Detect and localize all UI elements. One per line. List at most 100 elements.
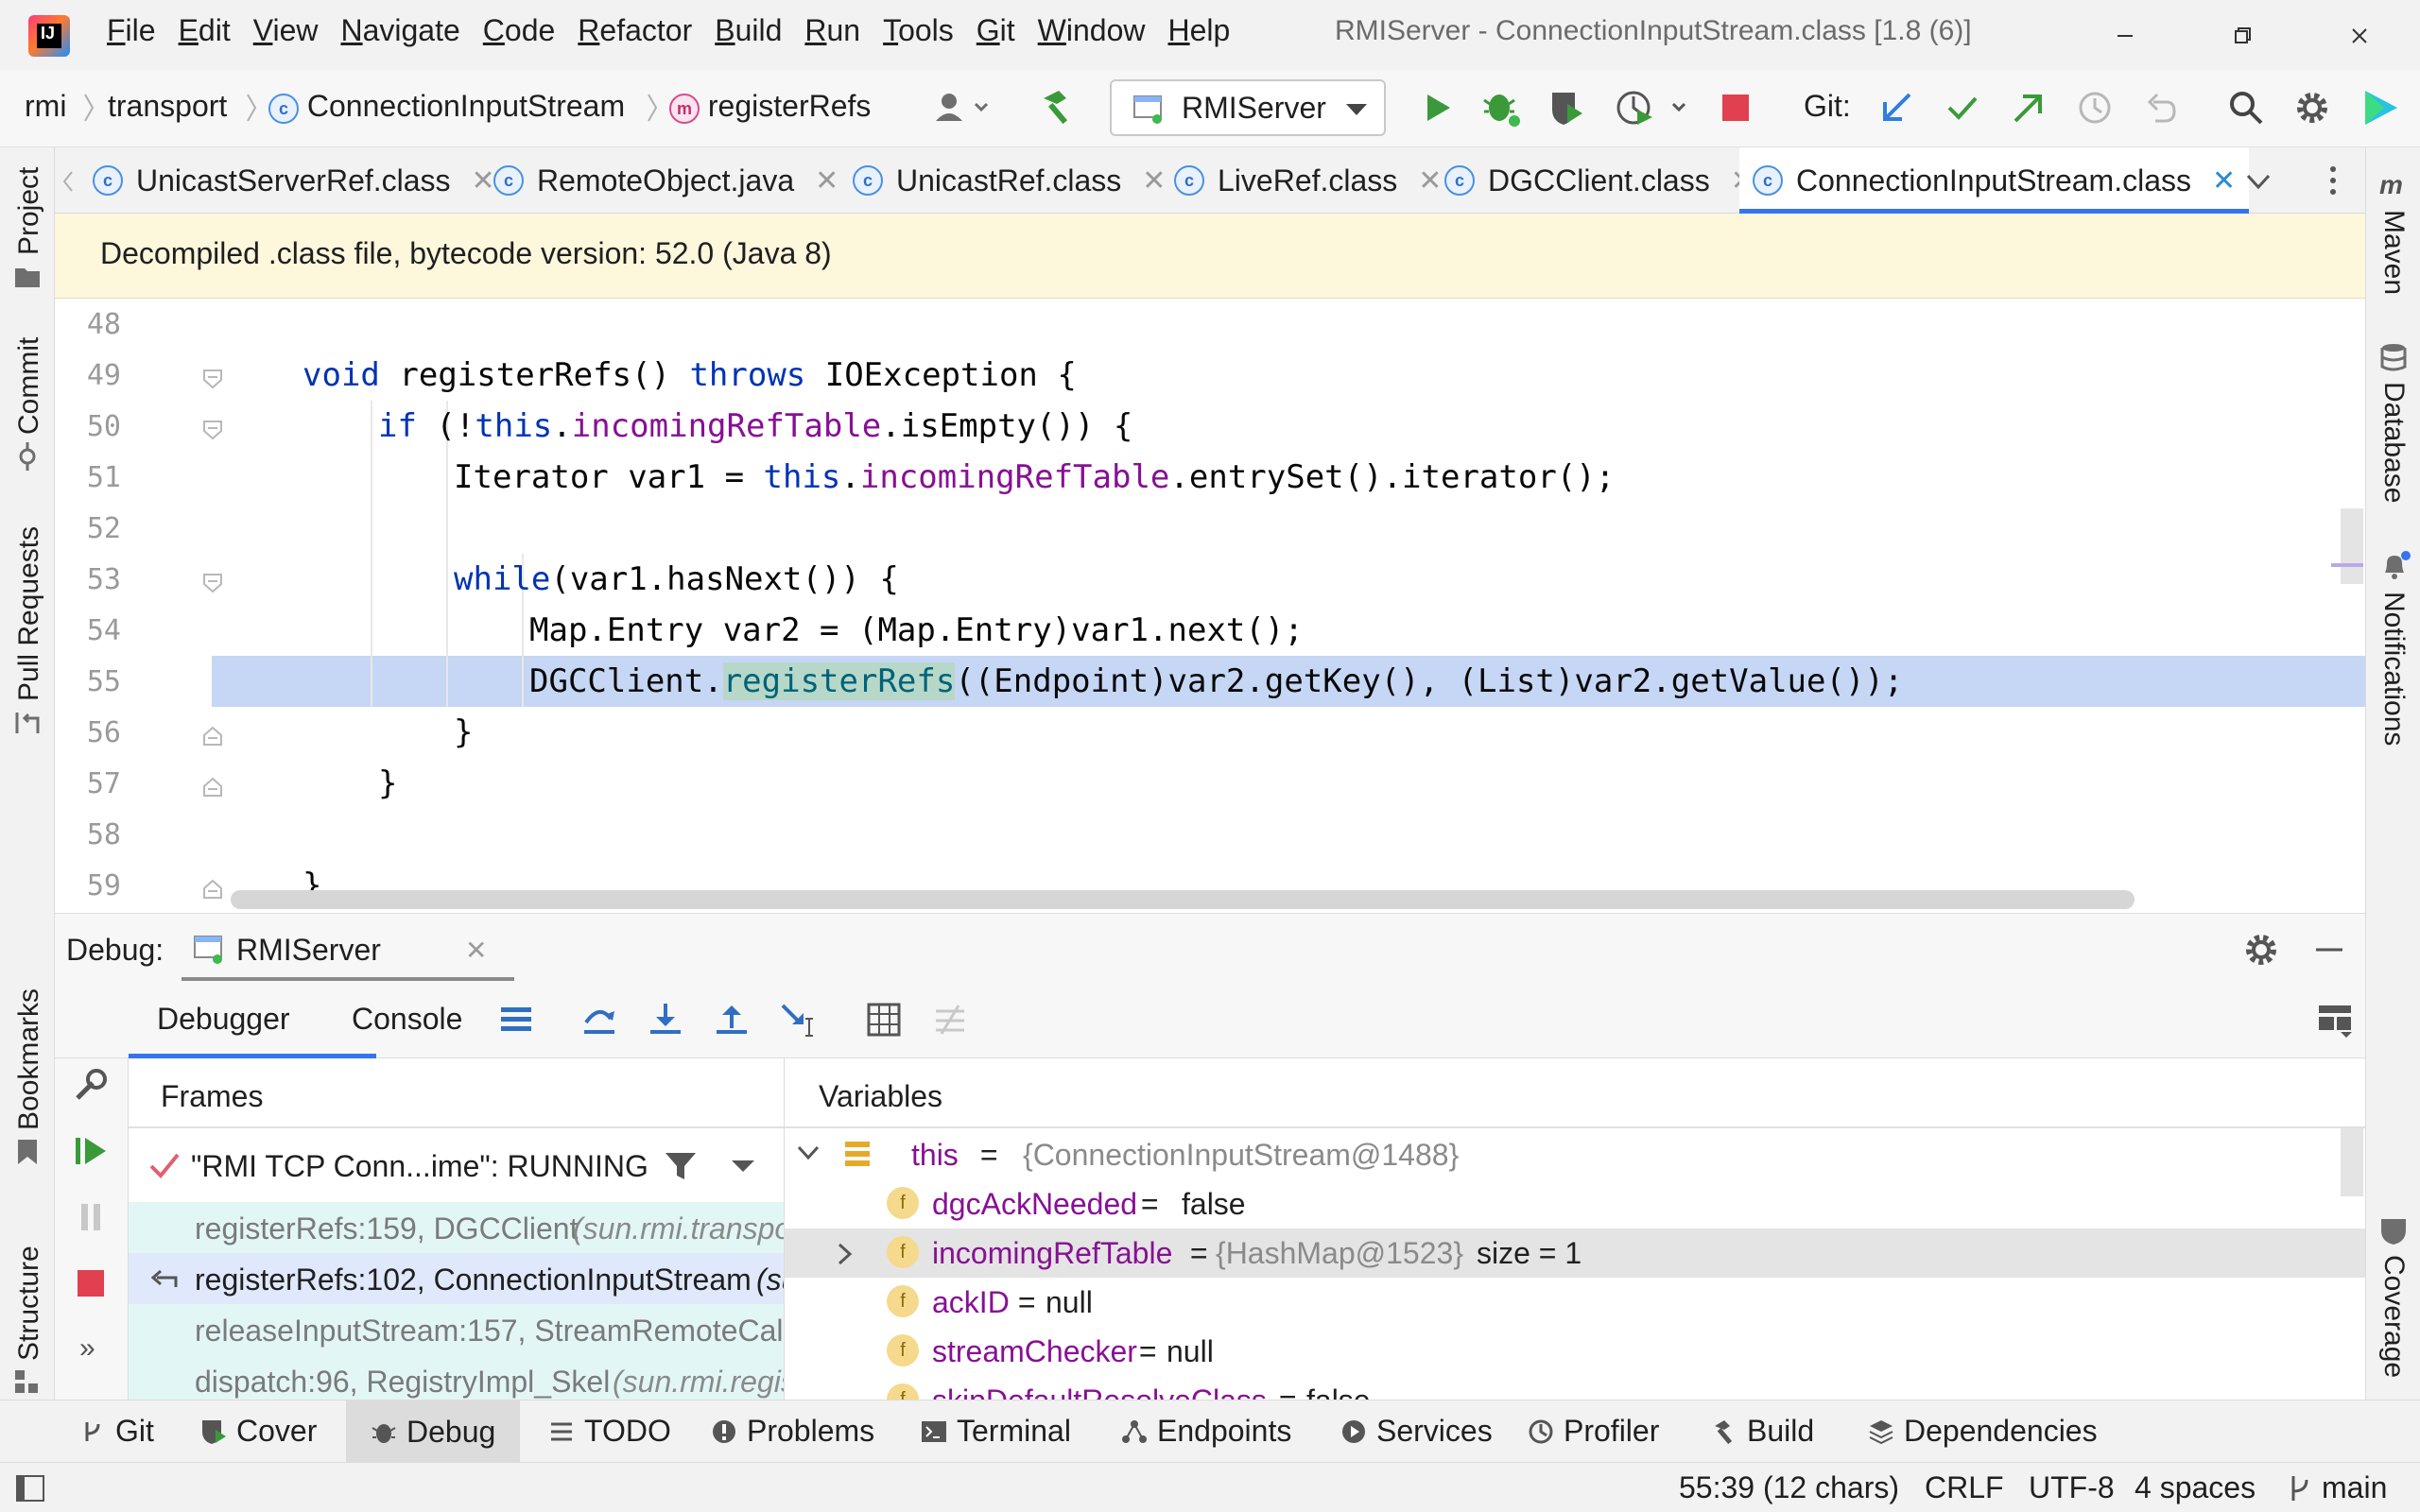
line-separator[interactable]: CRLF: [1925, 1470, 2004, 1505]
pull-request-icon[interactable]: [13, 709, 42, 737]
trace-current-stream-icon[interactable]: [932, 1002, 968, 1038]
frame-row-selected[interactable]: registerRefs:102, ConnectionInputStream …: [129, 1253, 784, 1304]
chevron-down-icon[interactable]: [2244, 170, 2273, 193]
chevron-down-icon[interactable]: [730, 1157, 756, 1176]
chevron-down-icon[interactable]: [796, 1143, 821, 1162]
variable-row-this[interactable]: this = {ConnectionInputStream@1488}: [785, 1130, 2365, 1179]
tool-bookmarks[interactable]: Bookmarks: [13, 988, 45, 1130]
resume-icon[interactable]: [72, 1132, 110, 1170]
structure-icon[interactable]: [13, 1368, 42, 1397]
tool-structure[interactable]: Structure: [13, 1246, 45, 1361]
evaluate-expression-icon[interactable]: [866, 1002, 902, 1038]
git-rollback-icon[interactable]: [2142, 89, 2180, 127]
tab-console[interactable]: Console: [352, 1002, 462, 1037]
tool-cover[interactable]: Cover: [200, 1414, 317, 1449]
git-history-icon[interactable]: [2076, 89, 2114, 127]
fold-marker-icon[interactable]: [200, 367, 225, 391]
indent-setting[interactable]: 4 spaces: [2135, 1470, 2256, 1505]
tool-debug-active[interactable]: Debug: [346, 1400, 521, 1463]
step-into-icon[interactable]: [647, 1002, 684, 1038]
menu-navigate[interactable]: Navigate: [340, 13, 459, 48]
menu-build[interactable]: Build: [715, 13, 782, 48]
fold-end-marker-icon[interactable]: [200, 877, 225, 902]
commit-icon[interactable]: [13, 442, 42, 471]
vertical-scrollbar[interactable]: [2341, 508, 2363, 584]
menu-tools[interactable]: Tools: [883, 13, 954, 48]
tool-maven[interactable]: Maven: [2377, 210, 2410, 295]
folder-icon[interactable]: [13, 263, 42, 289]
tool-coverage[interactable]: Coverage: [2377, 1255, 2410, 1378]
tool-dependencies[interactable]: Dependencies: [1868, 1414, 2098, 1449]
database-icon[interactable]: [2379, 342, 2408, 372]
tool-commit[interactable]: Commit: [13, 337, 45, 435]
close-tab-icon[interactable]: ✕: [815, 164, 838, 198]
run-icon[interactable]: [1418, 89, 1456, 127]
menu-view[interactable]: View: [253, 13, 319, 48]
more-vertical-icon[interactable]: [2324, 164, 2342, 197]
layout-settings-icon[interactable]: [2316, 1002, 2354, 1038]
close-tab-icon[interactable]: ✕: [1418, 164, 1442, 198]
breadcrumb-method[interactable]: m registerRefs: [669, 89, 871, 124]
jetbrains-toolbox-icon[interactable]: [2360, 87, 2401, 129]
show-execution-point-icon[interactable]: [497, 1002, 535, 1038]
frame-row[interactable]: registerRefs:159, DGCClient (sun.rmi.tra…: [129, 1202, 784, 1253]
tool-profiler[interactable]: Profiler: [1528, 1414, 1659, 1449]
tool-todo[interactable]: TODO: [548, 1414, 671, 1449]
tool-git[interactable]: Git: [79, 1414, 154, 1449]
filter-icon[interactable]: [664, 1149, 698, 1183]
maven-icon[interactable]: m: [2379, 170, 2403, 200]
menu-code[interactable]: Code: [483, 13, 556, 48]
git-commit-icon[interactable]: [1944, 89, 1981, 127]
menu-edit[interactable]: Edit: [179, 13, 231, 48]
run-configuration-dropdown[interactable]: RMIServer: [1110, 79, 1386, 136]
tool-services[interactable]: Services: [1340, 1414, 1493, 1449]
variable-row[interactable]: f streamChecker = null: [785, 1327, 2365, 1376]
pause-icon[interactable]: [72, 1198, 110, 1236]
stop-icon[interactable]: [72, 1264, 110, 1302]
tool-build[interactable]: Build: [1711, 1414, 1814, 1449]
fold-marker-icon[interactable]: [200, 571, 225, 595]
variable-row[interactable]: f dgcAckNeeded = false: [785, 1179, 2365, 1228]
frame-row[interactable]: dispatch:96, RegistryImpl_Skel (sun.rmi.…: [129, 1355, 784, 1400]
tool-project[interactable]: Project: [13, 167, 45, 255]
menu-run[interactable]: Run: [804, 13, 860, 48]
tab-unicastref[interactable]: c UnicastRef.class ✕: [853, 147, 1166, 214]
coverage-shield-icon[interactable]: [2379, 1215, 2408, 1246]
tab-connectioninputstream[interactable]: c ConnectionInputStream.class ✕: [1739, 147, 2250, 214]
step-over-icon[interactable]: [580, 1002, 618, 1038]
close-tab-icon[interactable]: ✕: [2212, 164, 2236, 198]
git-push-icon[interactable]: [2010, 89, 2048, 127]
close-tab-icon[interactable]: ✕: [1142, 164, 1166, 198]
settings-gear-icon[interactable]: [2293, 89, 2331, 127]
caret-position[interactable]: 55:39 (12 chars): [1679, 1470, 1899, 1505]
tool-database[interactable]: Database: [2377, 382, 2410, 503]
run-to-cursor-icon[interactable]: [779, 1002, 821, 1040]
chevron-right-icon[interactable]: [836, 1242, 855, 1266]
notifications-bell-icon[interactable]: [2379, 550, 2411, 582]
step-out-icon[interactable]: [713, 1002, 751, 1038]
git-branch-icon[interactable]: [2286, 1474, 2312, 1503]
tool-terminal[interactable]: Terminal: [921, 1414, 1071, 1449]
intellij-logo-icon[interactable]: IJ: [28, 15, 70, 57]
close-window-icon[interactable]: [2342, 19, 2377, 53]
tool-endpoints[interactable]: Endpoints: [1121, 1414, 1291, 1449]
tool-pull-requests[interactable]: Pull Requests: [13, 526, 45, 701]
fold-end-marker-icon[interactable]: [200, 775, 225, 799]
menu-file[interactable]: File: [107, 13, 156, 48]
menu-window[interactable]: Window: [1038, 13, 1146, 48]
tab-debugger[interactable]: Debugger: [129, 981, 376, 1058]
variable-row[interactable]: f ackID = null: [785, 1278, 2365, 1327]
search-icon[interactable]: [2227, 89, 2265, 127]
tab-dgcclient[interactable]: cDGCClient.class✕: [1444, 147, 1754, 214]
variable-row-selected[interactable]: f incomingRefTable = {HashMap@1523} size…: [785, 1228, 2365, 1278]
menu-git[interactable]: Git: [977, 13, 1015, 48]
toggle-tool-windows-icon[interactable]: [15, 1474, 45, 1503]
frame-row[interactable]: releaseInputStream:157, StreamRemoteCall: [129, 1304, 784, 1355]
restore-icon[interactable]: [2225, 19, 2259, 53]
user-profile-icon[interactable]: [930, 89, 991, 127]
tool-problems[interactable]: Problems: [711, 1414, 874, 1449]
menu-refactor[interactable]: Refactor: [578, 13, 692, 48]
tab-unicastserverref[interactable]: c UnicastServerRef.class ✕: [93, 147, 495, 214]
tab-liveref[interactable]: c LiveRef.class ✕: [1174, 147, 1442, 214]
line-gutter[interactable]: 48 49 50 51 52 53 54 55 56 57 58 59: [55, 299, 212, 913]
